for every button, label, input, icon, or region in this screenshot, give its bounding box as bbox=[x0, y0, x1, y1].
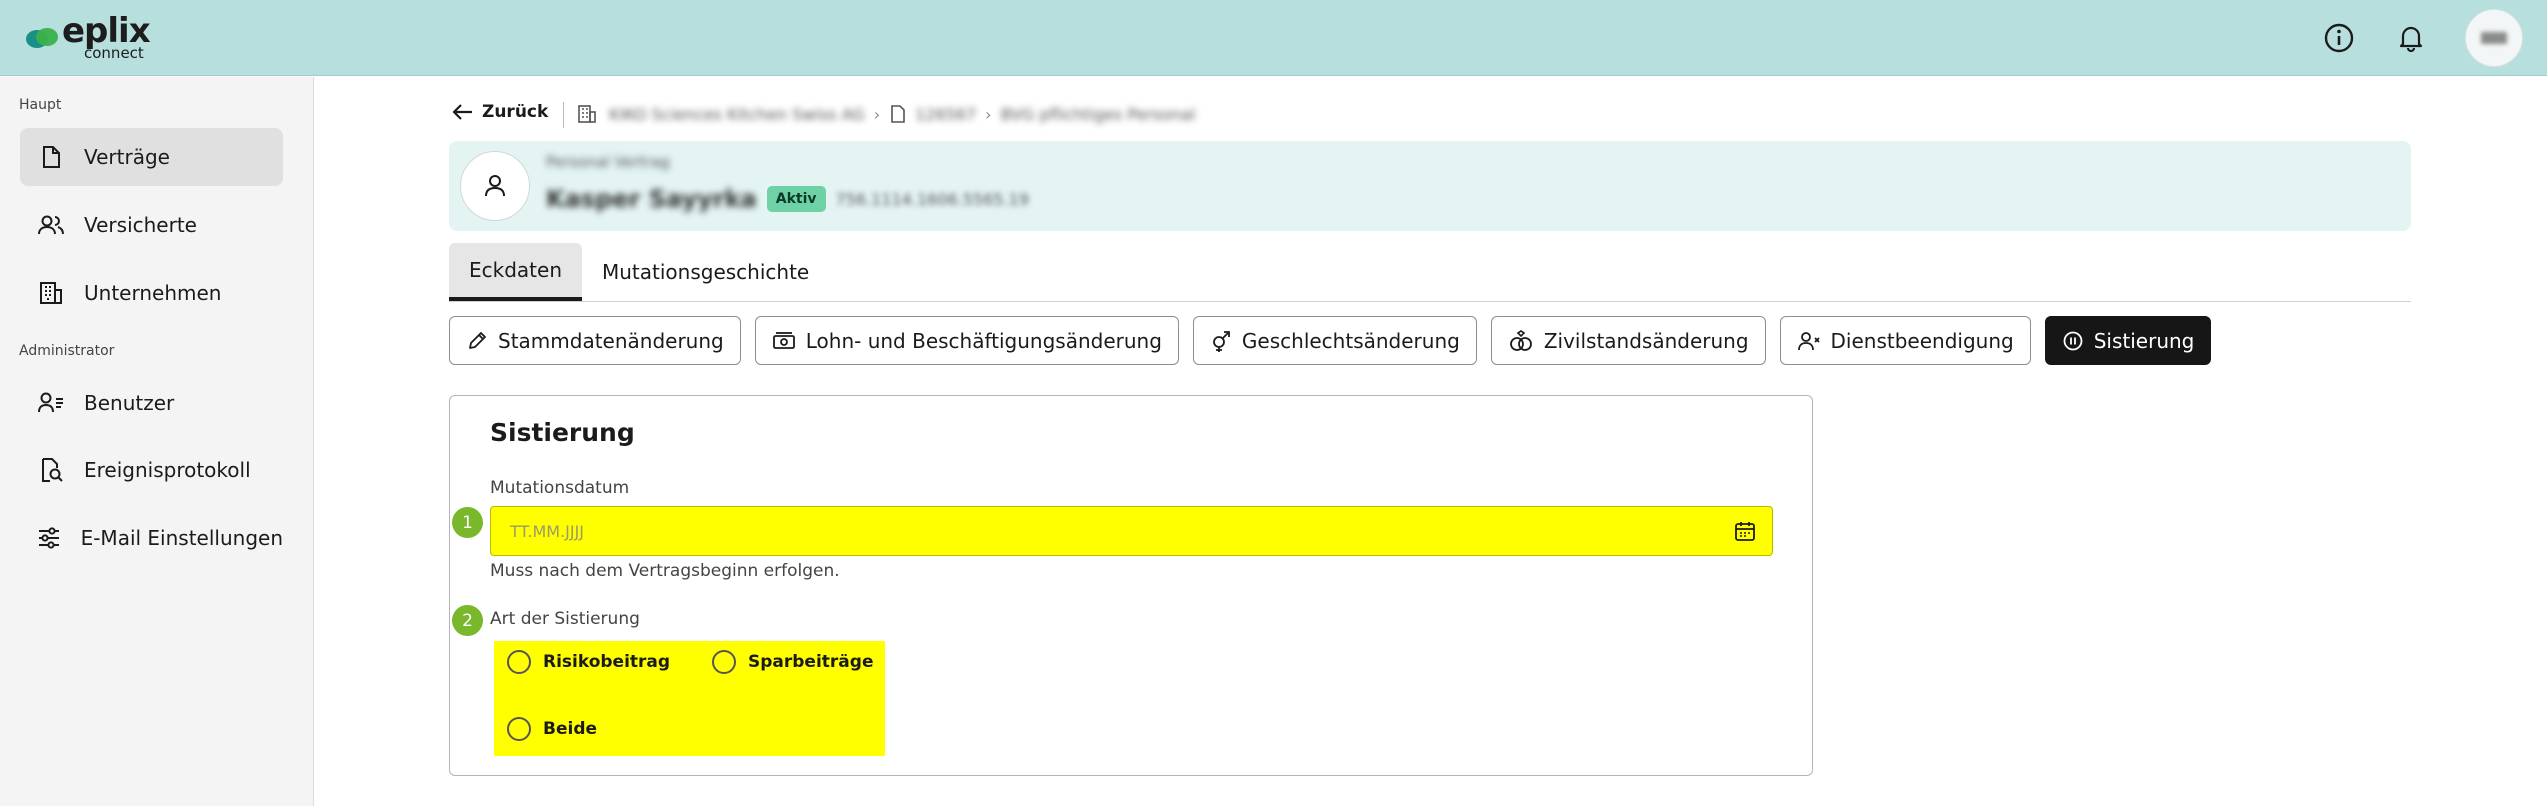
back-link[interactable]: Zurück bbox=[452, 102, 548, 122]
bell-icon[interactable] bbox=[2393, 20, 2429, 56]
sidebar-item-label: E-Mail Einstellungen bbox=[80, 526, 283, 550]
sidebar-section-main: Haupt bbox=[19, 97, 62, 113]
dienstbeendigung-button[interactable]: Dienstbeendigung bbox=[1779, 316, 2031, 365]
radio-risikobeitrag[interactable]: Risikobeitrag bbox=[507, 650, 670, 674]
mutation-actions: Stammdatenänderung Lohn- und Beschäftigu… bbox=[449, 316, 2212, 365]
button-label: Stammdatenänderung bbox=[498, 328, 724, 353]
user-icon bbox=[485, 175, 505, 197]
sidebar-item-label: Ereignisprotokoll bbox=[84, 458, 251, 482]
sidebar-item-benutzer[interactable]: Benutzer bbox=[20, 374, 283, 432]
radio-sparbeitraege[interactable]: Sparbeiträge bbox=[712, 650, 873, 674]
mutationsdatum-label: Mutationsdatum bbox=[490, 478, 630, 498]
sidebar-item-vertraege[interactable]: Verträge bbox=[20, 128, 283, 186]
date-placeholder: TT.MM.JJJJ bbox=[510, 521, 585, 541]
tab-mutationsgeschichte[interactable]: Mutationsgeschichte bbox=[582, 243, 829, 301]
user-list-icon bbox=[36, 388, 66, 418]
step-badge-2: 2 bbox=[452, 605, 483, 636]
sidebar-item-label: Verträge bbox=[84, 145, 170, 169]
button-label: Sistierung bbox=[2093, 328, 2195, 353]
date-hint: Muss nach dem Vertragsbeginn erfolgen. bbox=[490, 561, 840, 581]
sidebar: Haupt Verträge Versicherte Unternehmen A… bbox=[0, 77, 314, 806]
avatar-initials: PM bbox=[2481, 32, 2507, 44]
radio-label: Beide bbox=[543, 719, 598, 739]
breadcrumb: KIKO Sciences Kitchen Swiss AG › 126567 … bbox=[577, 104, 1195, 124]
mutationsdatum-field[interactable]: TT.MM.JJJJ bbox=[490, 506, 1773, 556]
building-icon bbox=[578, 105, 596, 123]
user-remove-icon bbox=[1797, 331, 1820, 350]
radio-circle[interactable] bbox=[712, 650, 736, 674]
sidebar-item-ereignisprotokoll[interactable]: Ereignisprotokoll bbox=[20, 441, 283, 499]
breadcrumb-contract-type: BVG pflichtiges Personal bbox=[1000, 104, 1196, 124]
arrow-left-icon bbox=[452, 104, 472, 120]
lohn-beschaeftigungsaenderung-button[interactable]: Lohn- und Beschäftigungsänderung bbox=[754, 316, 1179, 365]
info-icon[interactable] bbox=[2321, 20, 2357, 56]
tab-bar: Eckdaten Mutationsgeschichte bbox=[449, 243, 2411, 302]
radio-circle[interactable] bbox=[507, 717, 531, 741]
sliders-icon bbox=[36, 523, 63, 553]
sidebar-item-label: Unternehmen bbox=[84, 281, 222, 305]
radio-beide[interactable]: Beide bbox=[507, 717, 597, 741]
sistierung-form: Sistierung Mutationsdatum 1 TT.MM.JJJJ M… bbox=[449, 395, 1813, 776]
money-icon bbox=[772, 331, 795, 349]
file-search-icon bbox=[36, 455, 66, 485]
sidebar-section-admin: Administrator bbox=[19, 343, 115, 359]
user-avatar[interactable]: PM bbox=[2465, 9, 2523, 67]
button-label: Geschlechtsänderung bbox=[1241, 328, 1460, 353]
contract-type-label: Personal Vertrag bbox=[546, 153, 670, 171]
geschlechtsaenderung-button[interactable]: Geschlechtsänderung bbox=[1192, 316, 1477, 365]
users-icon bbox=[36, 210, 66, 240]
back-label: Zurück bbox=[482, 102, 549, 122]
breadcrumb-contract-no[interactable]: 126567 bbox=[915, 105, 976, 124]
ssn-value: 756.1114.1606.5565.19 bbox=[835, 189, 1029, 209]
calendar-icon[interactable] bbox=[1734, 520, 1756, 542]
pause-icon bbox=[2063, 331, 2083, 350]
logo-sub: connect bbox=[84, 44, 144, 62]
zivilstandsaenderung-button[interactable]: Zivilstandsänderung bbox=[1490, 316, 1766, 365]
radio-label: Sparbeiträge bbox=[748, 652, 874, 672]
button-label: Lohn- und Beschäftigungsänderung bbox=[805, 328, 1162, 353]
sistierung-button[interactable]: Sistierung bbox=[2044, 316, 2212, 365]
document-icon bbox=[36, 142, 66, 172]
sidebar-item-versicherte[interactable]: Versicherte bbox=[20, 196, 283, 254]
sidebar-item-unternehmen[interactable]: Unternehmen bbox=[20, 264, 283, 322]
radio-label: Risikobeitrag bbox=[543, 652, 671, 672]
rings-icon bbox=[1509, 329, 1532, 351]
breadcrumb-divider bbox=[563, 102, 564, 128]
logo-mark-icon bbox=[26, 26, 58, 50]
sidebar-item-label: Versicherte bbox=[84, 213, 197, 237]
person-name: Kasper Sayyrka bbox=[546, 185, 757, 213]
art-der-sistierung-radio-group: Risikobeitrag Sparbeiträge Beide bbox=[494, 641, 885, 756]
tab-eckdaten[interactable]: Eckdaten bbox=[449, 243, 582, 301]
gender-icon bbox=[1213, 330, 1230, 352]
person-avatar bbox=[460, 151, 530, 221]
art-der-sistierung-label: Art der Sistierung bbox=[490, 609, 640, 629]
stammdatenaenderung-button[interactable]: Stammdatenänderung bbox=[449, 316, 741, 365]
sidebar-item-label: Benutzer bbox=[84, 391, 175, 415]
button-label: Dienstbeendigung bbox=[1830, 328, 2014, 353]
top-bar: eplix connect PM bbox=[0, 0, 2547, 76]
breadcrumb-company[interactable]: KIKO Sciences Kitchen Swiss AG bbox=[609, 105, 865, 124]
pencil-icon bbox=[469, 331, 486, 349]
step-badge-1: 1 bbox=[452, 507, 483, 538]
button-label: Zivilstandsänderung bbox=[1543, 328, 1749, 353]
status-badge: Aktiv bbox=[766, 186, 826, 212]
building-icon bbox=[36, 278, 66, 308]
sidebar-item-email-einstellungen[interactable]: E-Mail Einstellungen bbox=[20, 509, 283, 567]
eplix-logo[interactable]: eplix connect bbox=[26, 14, 151, 62]
form-title: Sistierung bbox=[490, 418, 635, 447]
contract-header-card: Personal Vertrag Kasper Sayyrka Aktiv 75… bbox=[449, 141, 2411, 231]
document-icon bbox=[891, 105, 905, 123]
radio-circle[interactable] bbox=[507, 650, 531, 674]
